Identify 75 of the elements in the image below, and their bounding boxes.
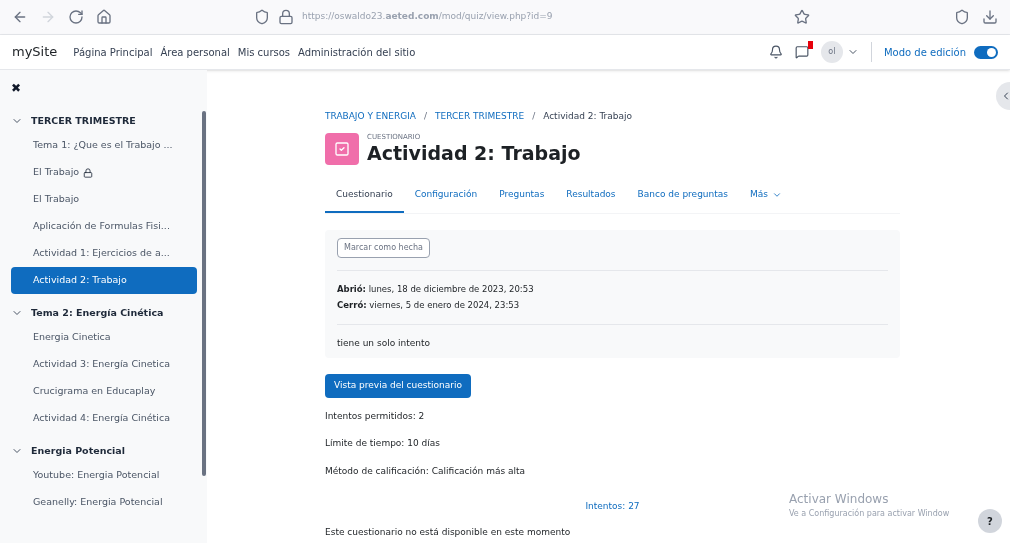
course-index-item[interactable]: Youtube: Energia Potencial bbox=[11, 462, 197, 489]
edit-mode-toggle[interactable] bbox=[974, 45, 998, 59]
scrollbar-thumb[interactable] bbox=[202, 111, 206, 476]
home-icon[interactable] bbox=[96, 9, 112, 25]
lock-icon bbox=[83, 167, 94, 178]
item-label: Youtube: Energia Potencial bbox=[33, 468, 160, 483]
nav-tab[interactable]: Más bbox=[739, 177, 793, 214]
item-label: Geanelly: Energia Potencial bbox=[33, 495, 163, 510]
course-index-item[interactable]: Geanelly: Energia Potencial bbox=[11, 489, 197, 516]
nav-link[interactable]: Mis cursos bbox=[237, 44, 291, 60]
breadcrumb-separator: / bbox=[532, 110, 536, 123]
course-index-item[interactable]: El Trabajo bbox=[11, 159, 197, 186]
close-button[interactable]: ✖ bbox=[11, 82, 22, 94]
download-icon[interactable] bbox=[982, 9, 998, 25]
nav-tab[interactable]: Banco de preguntas bbox=[626, 177, 739, 214]
breadcrumb-separator: / bbox=[424, 110, 428, 123]
course-index-item[interactable]: Crucigrama en Educaplay bbox=[11, 378, 197, 405]
availability-notice: Este cuestionario no está disponible en este momento bbox=[325, 525, 572, 539]
mark-done-button[interactable]: Marcar como hecha bbox=[337, 238, 430, 259]
nav-tab[interactable]: Resultados bbox=[555, 177, 627, 214]
attempts-link[interactable]: Intentos: 27 bbox=[585, 500, 640, 514]
nav-tab[interactable]: Configuración bbox=[403, 177, 489, 214]
notification-badge bbox=[807, 41, 813, 49]
item-label: El Trabajo bbox=[33, 192, 80, 207]
reload-icon[interactable] bbox=[68, 9, 84, 25]
bell-icon[interactable] bbox=[768, 45, 783, 59]
section-title[interactable]: Energia Potencial bbox=[31, 443, 125, 459]
course-index-item[interactable]: Aplicación de Formulas Fisi... bbox=[11, 213, 197, 240]
activity-description: tiene un solo intento bbox=[337, 336, 431, 350]
item-label: Energia Cinetica bbox=[33, 330, 111, 345]
breadcrumb-link[interactable]: TRABAJO Y ENERGIA bbox=[325, 110, 416, 124]
date-line: Cerró: viernes, 5 de enero de 2024, 23:53 bbox=[337, 299, 521, 312]
user-avatar[interactable]: ol bbox=[820, 41, 843, 63]
site-name[interactable]: mySite bbox=[12, 42, 58, 62]
course-index-item[interactable]: Actividad 2: Trabajo bbox=[11, 267, 197, 294]
course-index-item[interactable]: El Trabajo bbox=[11, 186, 197, 213]
breadcrumb-text: Actividad 2: Trabajo bbox=[543, 110, 633, 123]
breadcrumb-link[interactable]: TERCER TRIMESTRE bbox=[435, 110, 525, 124]
item-label: Crucigrama en Educaplay bbox=[33, 384, 156, 399]
activation-title: Activar Windows bbox=[789, 491, 890, 508]
lock-icon[interactable] bbox=[278, 9, 294, 25]
preview-button[interactable]: Vista previa del cuestionario bbox=[325, 374, 471, 398]
section-title[interactable]: Tema 2: Energía Cinética bbox=[31, 305, 164, 321]
nav-tab[interactable]: Preguntas bbox=[488, 177, 556, 214]
help-button[interactable]: ? bbox=[978, 509, 1002, 533]
item-label: Actividad 3: Energía Cinetica bbox=[33, 357, 170, 372]
nav-link[interactable]: Página Principal bbox=[73, 44, 153, 60]
nav-link[interactable]: Área personal bbox=[160, 44, 230, 60]
item-label: Actividad 2: Trabajo bbox=[33, 273, 127, 288]
item-label: Actividad 1: Ejercicios de a... bbox=[33, 246, 170, 261]
url-text: https://oswaldo23.aeted.com/mod/quiz/view.php?id=9 bbox=[302, 10, 553, 24]
edit-mode-label: Modo de edición bbox=[883, 45, 966, 60]
chat-icon[interactable] bbox=[794, 45, 809, 59]
activation-text: Ve a Configuración para activar Window bbox=[789, 508, 950, 520]
date-line: Abrió: lunes, 18 de diciembre de 2023, 20:53 bbox=[337, 283, 535, 296]
course-index-item[interactable]: Actividad 1: Ejercicios de a... bbox=[11, 240, 197, 267]
back-icon[interactable] bbox=[12, 9, 28, 25]
nav-tab[interactable]: Cuestionario bbox=[325, 177, 404, 214]
item-label: Actividad 4: Energía Cinética bbox=[33, 411, 170, 426]
quiz-detail: Método de calificación: Calificación más alta bbox=[325, 464, 527, 478]
quiz-detail: Límite de tiempo: 10 días bbox=[325, 437, 441, 451]
quiz-detail: Intentos permitidos: 2 bbox=[325, 409, 426, 423]
item-label: Tema 1: ¿Que es el Trabajo ... bbox=[33, 138, 173, 153]
page-title: Actividad 2: Trabajo bbox=[367, 142, 581, 166]
section-title[interactable]: TERCER TRIMESTRE bbox=[31, 113, 136, 129]
course-index-item[interactable]: Actividad 4: Energía Cinética bbox=[11, 405, 197, 432]
shield-icon[interactable] bbox=[254, 9, 270, 25]
course-index-item[interactable]: Tema 1: ¿Que es el Trabajo ... bbox=[11, 132, 197, 159]
course-index-item[interactable]: Actividad 3: Energía Cinetica bbox=[11, 351, 197, 378]
item-label: El Trabajo bbox=[33, 165, 80, 180]
bookmark-icon[interactable] bbox=[794, 9, 810, 25]
nav-link[interactable]: Administración del sitio bbox=[298, 44, 416, 60]
quiz-icon bbox=[325, 132, 359, 165]
course-index-item[interactable]: Energia Cinetica bbox=[11, 324, 197, 351]
item-label: Aplicación de Formulas Fisi... bbox=[33, 219, 170, 234]
